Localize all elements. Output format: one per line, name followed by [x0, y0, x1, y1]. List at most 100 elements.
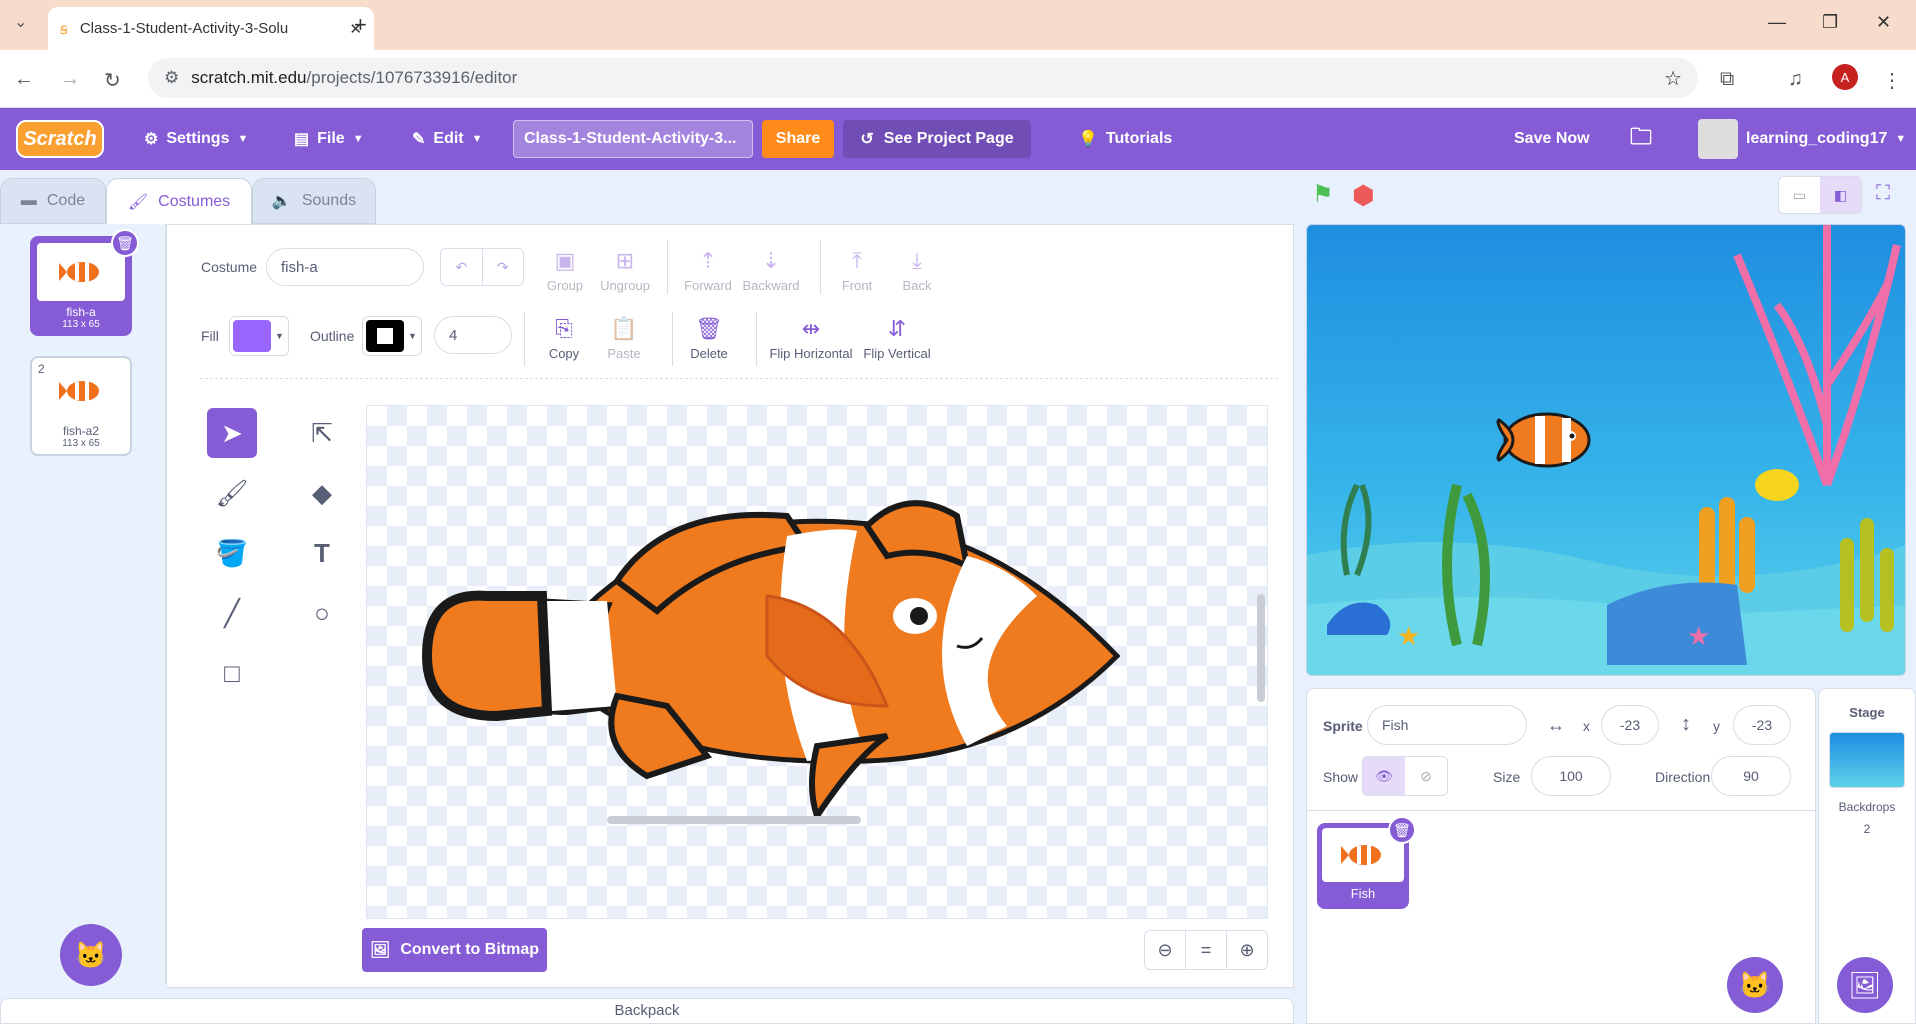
paste-button[interactable]: 📋 Paste — [589, 316, 659, 361]
copy-icon: ⎘ — [555, 316, 573, 341]
line-tool-icon[interactable]: ╱ — [207, 588, 257, 638]
stop-sign-icon[interactable]: ⬢ — [1352, 180, 1375, 211]
media-icon[interactable]: ♫ — [1788, 68, 1803, 91]
direction-input[interactable]: 90 — [1711, 756, 1791, 796]
flip-vertical-button[interactable]: ⇵ Flip Vertical — [852, 316, 942, 361]
outline-width-input[interactable]: 4 — [434, 316, 512, 354]
see-project-page-button[interactable]: ↺ See Project Page — [843, 120, 1031, 158]
tab-costumes[interactable]: 🖌 Costumes — [106, 178, 252, 224]
select-tool-icon[interactable]: ➤ — [207, 408, 257, 458]
undo-icon[interactable]: ↶ — [441, 249, 483, 285]
tab-sounds-label: Sounds — [301, 192, 357, 209]
save-now-button[interactable]: Save Now — [1514, 108, 1590, 170]
x-input[interactable]: -23 — [1601, 705, 1659, 745]
text-tool-icon[interactable]: T — [297, 528, 347, 578]
vertical-scrollbar[interactable] — [1257, 594, 1265, 702]
back-icon[interactable]: ← — [14, 68, 34, 91]
costume-list: 1 fish-a 113 x 65 🗑 2 fish-a2 113 x 65 🐱 — [0, 224, 166, 986]
reshape-tool-icon[interactable]: ⇱ — [297, 408, 347, 458]
costume-name-input[interactable]: fish-a — [266, 248, 424, 286]
choose-sprite-button[interactable]: 🐱 — [1727, 957, 1783, 1013]
settings-menu[interactable]: ⚙ Settings ▼ — [144, 108, 248, 170]
eraser-tool-icon[interactable]: ◆ — [297, 468, 347, 518]
zoom-in-icon[interactable]: ⊕ — [1226, 930, 1268, 970]
eye-slash-icon[interactable]: ⊘ — [1405, 757, 1447, 795]
small-stage-icon[interactable]: ▭ — [1779, 177, 1820, 213]
backpack-bar[interactable]: Backpack — [0, 998, 1294, 1024]
outline-color-picker[interactable]: ▼ — [362, 316, 422, 356]
image-icon: 🖼 — [370, 942, 391, 959]
maximize-icon[interactable]: ❐ — [1822, 12, 1838, 33]
file-label: File — [317, 130, 345, 147]
clownfish-costume[interactable] — [367, 406, 1267, 918]
close-window-icon[interactable]: ✕ — [1876, 12, 1891, 33]
edit-menu[interactable]: ✎ Edit ▼ — [412, 108, 483, 170]
site-info-icon[interactable]: ⚙ — [164, 68, 179, 88]
fill-tool-icon[interactable]: 🪣 — [207, 528, 257, 578]
green-flag-icon[interactable]: ⚑ — [1312, 180, 1334, 209]
choose-backdrop-button[interactable]: 🖼 — [1837, 957, 1893, 1013]
redo-icon[interactable]: ↷ — [483, 249, 524, 285]
browser-tab[interactable]: ꞩ Class-1-Student-Activity-3-Solu ✕ — [48, 7, 374, 50]
group-icon: ▣ — [554, 248, 576, 273]
gear-icon: ⚙ — [144, 131, 159, 148]
delete-button[interactable]: 🗑 Delete — [674, 316, 744, 361]
menu-kebab-icon[interactable]: ⋮ — [1882, 68, 1902, 93]
see-project-label: See Project Page — [883, 130, 1014, 147]
x-arrows-icon: ↔ — [1547, 715, 1565, 735]
convert-to-bitmap-button[interactable]: 🖼 Convert to Bitmap — [362, 928, 547, 972]
sprite-tile-fish[interactable]: Fish 🗑 — [1317, 816, 1416, 909]
brush-tool-icon[interactable]: 🖌 — [207, 468, 257, 518]
tab-search-icon[interactable]: ⌄ — [14, 12, 27, 32]
direction-label: Direction — [1655, 769, 1711, 785]
caret-down-icon: ▼ — [1895, 133, 1907, 145]
forward-label: Forward — [684, 278, 732, 293]
costume-tile-2[interactable]: 2 fish-a2 113 x 65 — [30, 356, 132, 456]
bookmark-star-icon[interactable]: ☆ — [1664, 66, 1682, 91]
forward-icon: ⇡ — [698, 248, 718, 273]
zoom-out-icon[interactable]: ⊖ — [1144, 930, 1186, 970]
project-title-input[interactable]: Class-1-Student-Activity-3... — [513, 120, 753, 158]
tab-code[interactable]: ▬ Code — [0, 178, 106, 224]
circle-tool-icon[interactable]: ○ — [297, 588, 347, 638]
forward-button[interactable]: ⇡ Forward — [673, 248, 743, 293]
scratch-logo[interactable]: Scratch — [16, 120, 104, 158]
file-menu[interactable]: ▤ File ▼ — [294, 108, 364, 170]
profile-avatar[interactable]: A — [1832, 64, 1858, 90]
my-stuff-folder-icon[interactable]: 🗀 — [1630, 108, 1652, 170]
svg-text:★: ★ — [1397, 622, 1420, 652]
y-input[interactable]: -23 — [1733, 705, 1791, 745]
fill-color-picker[interactable]: ▼ — [229, 316, 289, 356]
url-field[interactable]: ⚙ scratch.mit.edu/projects/1076733916/ed… — [148, 58, 1698, 98]
extensions-icon[interactable]: ⧉ — [1720, 68, 1734, 91]
fullscreen-icon[interactable]: ⛶ — [1876, 182, 1890, 205]
paint-canvas[interactable] — [366, 405, 1268, 919]
backward-button[interactable]: ⇣ Backward — [736, 248, 806, 293]
stage-target-panel[interactable]: Stage Backdrops 2 🖼 — [1818, 688, 1916, 1024]
flip-horizontal-button[interactable]: ⇹ Flip Horizontal — [766, 316, 856, 361]
account-menu[interactable]: learning_coding17 ▼ — [1698, 108, 1906, 170]
ungroup-button[interactable]: ⊞ Ungroup — [590, 248, 660, 293]
zoom-reset-icon[interactable]: = — [1185, 930, 1227, 970]
size-input[interactable]: 100 — [1531, 756, 1611, 796]
horizontal-scrollbar[interactable] — [607, 816, 861, 824]
reload-icon[interactable]: ↻ — [104, 68, 121, 93]
tutorials-menu[interactable]: 💡 Tutorials — [1078, 108, 1172, 170]
eye-icon[interactable]: 👁 — [1363, 757, 1405, 795]
minimize-icon[interactable]: — — [1768, 12, 1786, 33]
tutorials-label: Tutorials — [1105, 130, 1173, 147]
front-icon: ⤒ — [852, 248, 862, 273]
stage-canvas[interactable]: ★ ★ — [1306, 224, 1906, 676]
choose-costume-button[interactable]: 🐱 — [60, 924, 122, 986]
normal-stage-icon[interactable]: ◧ — [1820, 177, 1861, 213]
forward-icon[interactable]: → — [60, 68, 80, 91]
delete-sprite-icon[interactable]: 🗑 — [1388, 816, 1416, 844]
rectangle-tool-icon[interactable]: □ — [207, 648, 257, 698]
share-button[interactable]: Share — [762, 120, 834, 158]
new-tab-icon[interactable]: + — [354, 12, 367, 38]
costume-tile-1[interactable]: 1 fish-a 113 x 65 🗑 — [30, 229, 139, 336]
delete-costume-icon[interactable]: 🗑 — [111, 229, 139, 257]
tab-sounds[interactable]: 🔈 Sounds — [252, 178, 376, 224]
back-button[interactable]: ⤓ Back — [882, 248, 952, 293]
sprite-name-input[interactable]: Fish — [1367, 705, 1527, 745]
